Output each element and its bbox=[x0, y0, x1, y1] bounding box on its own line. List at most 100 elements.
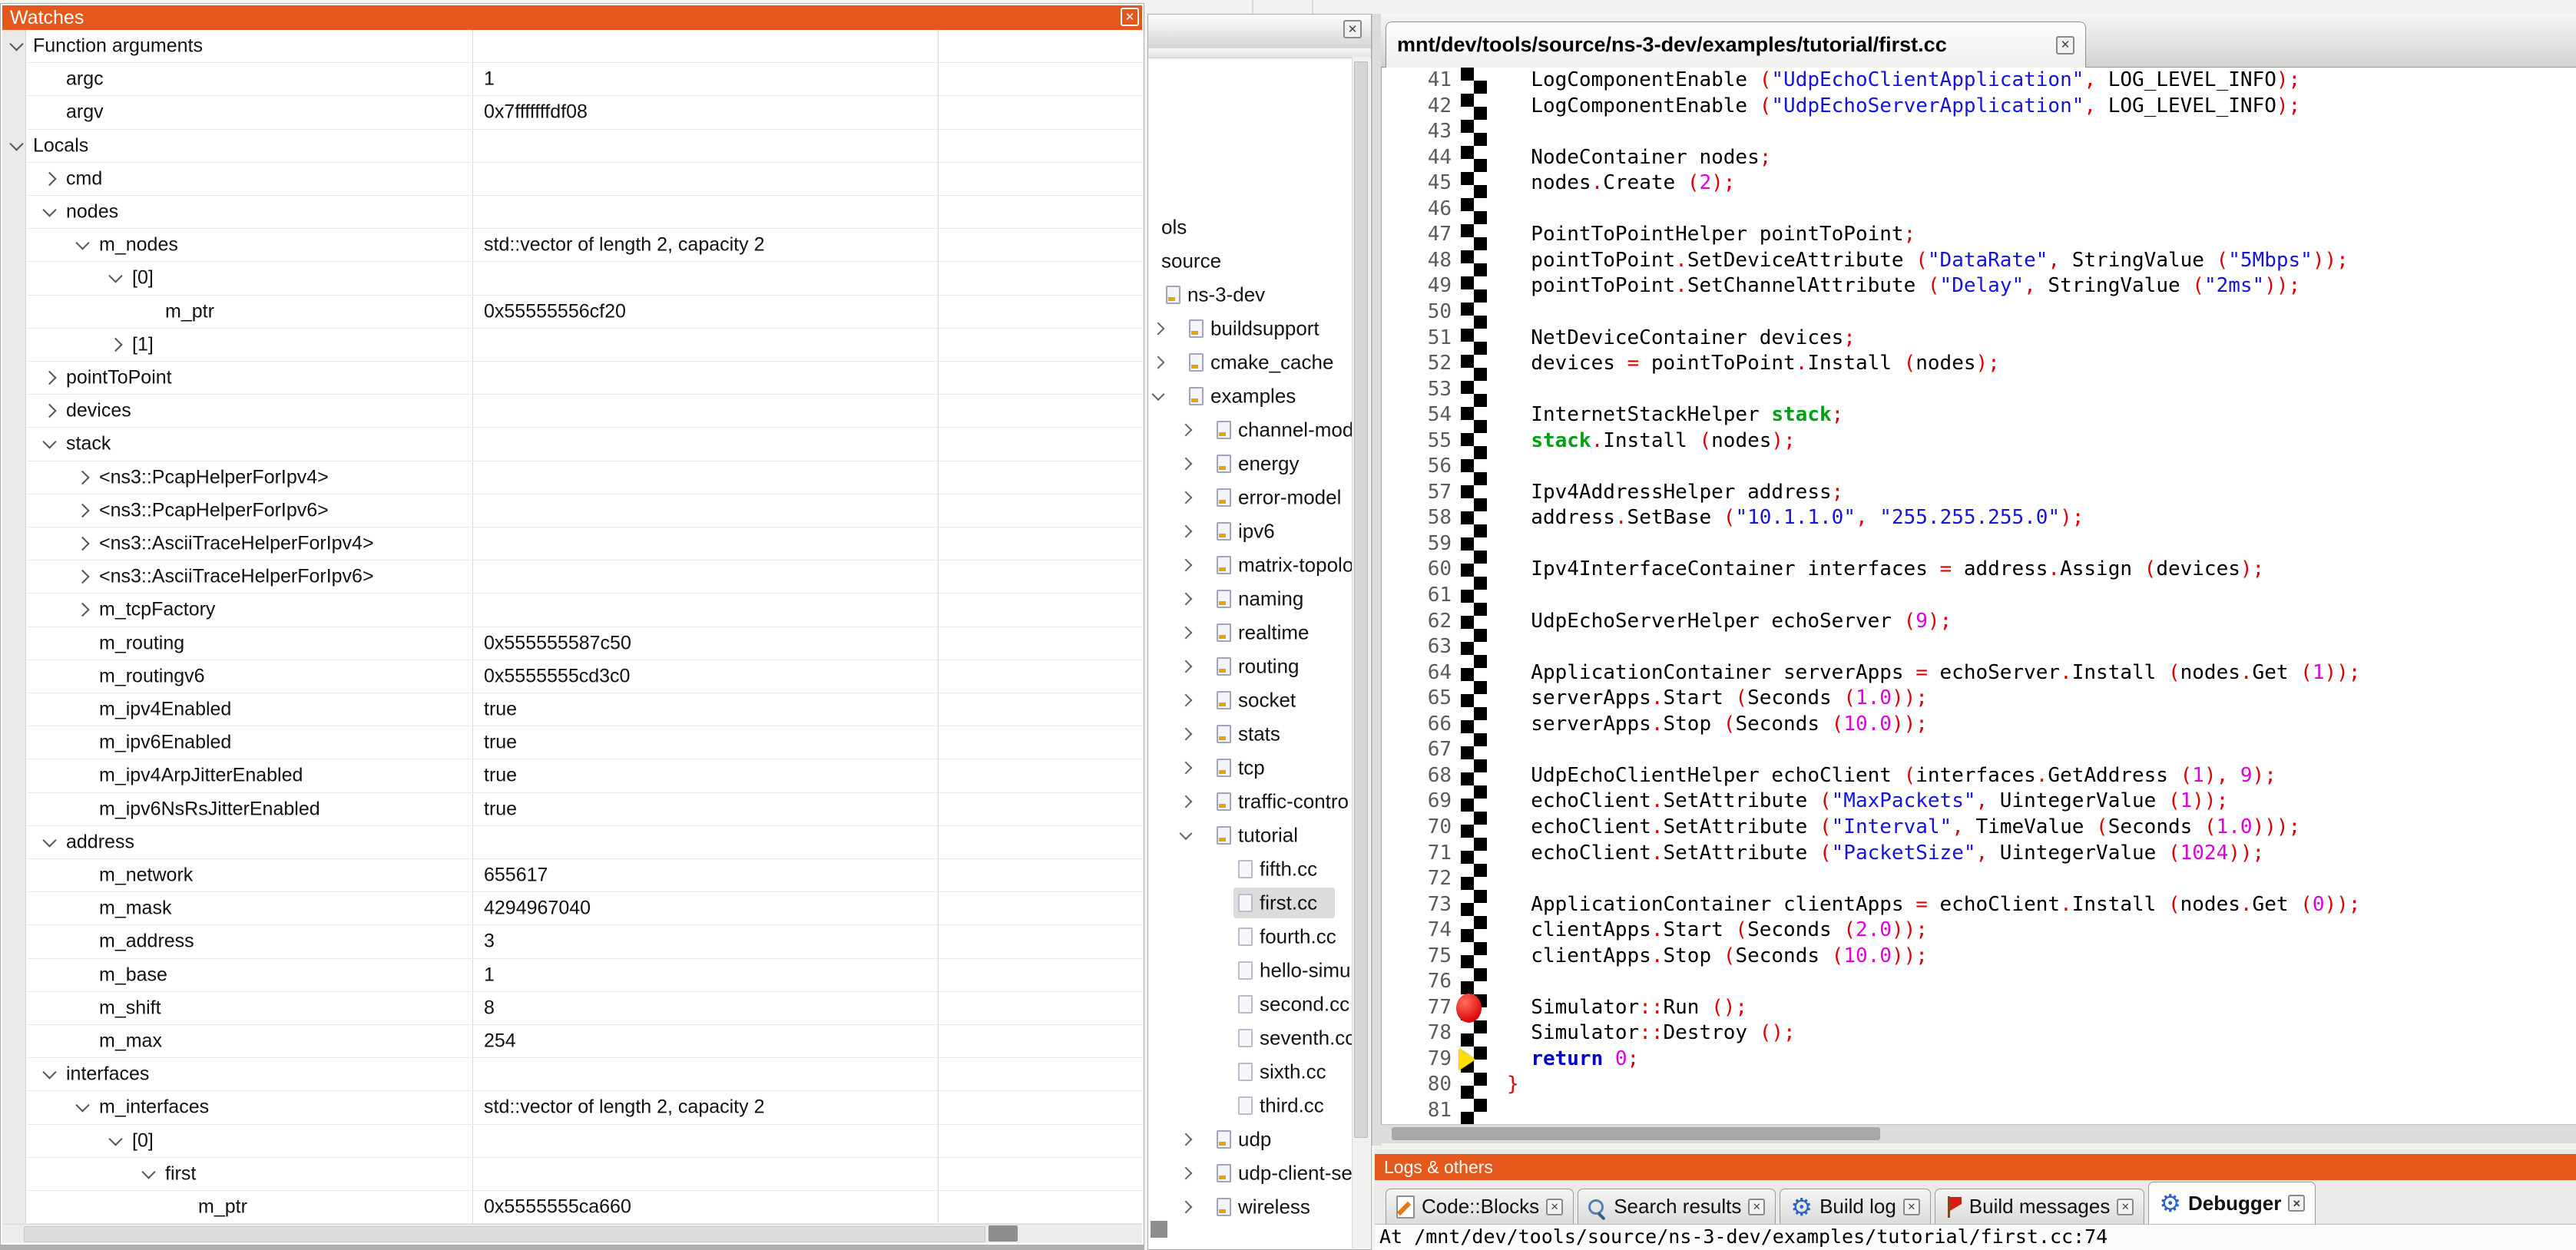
expand-icon[interactable] bbox=[1180, 762, 1193, 775]
close-icon[interactable]: ✕ bbox=[1546, 1199, 1563, 1215]
watch-row-m-ipv4arpjitterenabled[interactable]: m_ipv4ArpJitterEnabledtrue bbox=[28, 759, 1142, 792]
code-line-47[interactable]: PointToPointHelper pointToPoint; bbox=[1507, 222, 1915, 248]
collapse-icon[interactable] bbox=[42, 203, 56, 217]
code-line-45[interactable]: nodes.Create (2); bbox=[1507, 170, 1735, 197]
expand-icon[interactable] bbox=[1180, 458, 1193, 471]
code-line-44[interactable]: NodeContainer nodes; bbox=[1507, 145, 1771, 171]
expand-icon[interactable] bbox=[75, 603, 89, 617]
code-line-77[interactable]: Simulator::Run (); bbox=[1507, 995, 1747, 1021]
expand-icon[interactable] bbox=[75, 570, 89, 584]
collapse-icon[interactable] bbox=[75, 236, 89, 250]
tree-hscroll-thumb[interactable] bbox=[1151, 1221, 1167, 1238]
watch-row-argc[interactable]: argc1 bbox=[28, 63, 1142, 96]
line-number[interactable]: 50 bbox=[1381, 299, 1452, 326]
watch-row--ns3-pcaphelperforipv4-[interactable]: <ns3::PcapHelperForIpv4> bbox=[28, 461, 1142, 494]
code-line-70[interactable]: echoClient.SetAttribute ("Interval", Tim… bbox=[1507, 815, 2300, 841]
line-number[interactable]: 79 bbox=[1381, 1047, 1452, 1073]
watch-row-interfaces[interactable]: interfaces bbox=[28, 1058, 1142, 1091]
code-line-65[interactable]: serverApps.Start (Seconds (1.0)); bbox=[1507, 686, 1928, 712]
line-number[interactable]: 55 bbox=[1381, 428, 1452, 455]
code-line-68[interactable]: UdpEchoClientHelper echoClient (interfac… bbox=[1507, 763, 2276, 789]
watch-row-pointtopoint[interactable]: pointToPoint bbox=[28, 362, 1142, 395]
expand-icon[interactable] bbox=[108, 338, 122, 352]
code-line-42[interactable]: LogComponentEnable ("UdpEchoServerApplic… bbox=[1507, 94, 2300, 120]
code-line-49[interactable]: pointToPoint.SetChannelAttribute ("Delay… bbox=[1507, 273, 2300, 299]
code-line-66[interactable]: serverApps.Stop (Seconds (10.0)); bbox=[1507, 712, 1928, 738]
close-icon[interactable]: ✕ bbox=[1121, 8, 1139, 26]
watch-row-m-routing[interactable]: m_routing0x555555587c50 bbox=[28, 627, 1142, 660]
close-icon[interactable]: ✕ bbox=[2056, 36, 2074, 55]
editor-hscrollbar[interactable] bbox=[1381, 1124, 2576, 1143]
tree-vscrollbar[interactable] bbox=[1352, 57, 1370, 1248]
line-number[interactable]: 74 bbox=[1381, 918, 1452, 944]
line-number[interactable]: 44 bbox=[1381, 145, 1452, 171]
code-line-52[interactable]: devices = pointToPoint.Install (nodes); bbox=[1507, 351, 2000, 377]
expand-icon[interactable] bbox=[1180, 627, 1193, 640]
line-number[interactable]: 72 bbox=[1381, 866, 1452, 892]
line-number[interactable]: 54 bbox=[1381, 402, 1452, 428]
code-line-58[interactable]: address.SetBase ("10.1.1.0", "255.255.25… bbox=[1507, 505, 2084, 531]
code-line-73[interactable]: ApplicationContainer clientApps = echoCl… bbox=[1507, 892, 2360, 918]
collapse-icon[interactable] bbox=[108, 270, 122, 283]
expand-icon[interactable] bbox=[42, 404, 56, 418]
code-line-79[interactable]: return 0; bbox=[1507, 1047, 1639, 1073]
watch-row--1-[interactable]: [1] bbox=[28, 329, 1142, 362]
close-icon[interactable]: ✕ bbox=[2288, 1195, 2305, 1212]
collapse-icon[interactable] bbox=[42, 833, 56, 847]
expand-icon[interactable] bbox=[75, 470, 89, 484]
expand-icon[interactable] bbox=[1180, 728, 1193, 741]
code-line-69[interactable]: echoClient.SetAttribute ("MaxPackets", U… bbox=[1507, 789, 2228, 815]
watch-row-m-base[interactable]: m_base1 bbox=[28, 959, 1142, 992]
watch-row-m-network[interactable]: m_network655617 bbox=[28, 859, 1142, 892]
logs-tab-search-results[interactable]: Search results✕ bbox=[1578, 1189, 1776, 1224]
code-line-54[interactable]: InternetStackHelper stack; bbox=[1507, 402, 1843, 428]
line-number[interactable]: 66 bbox=[1381, 712, 1452, 738]
line-number[interactable]: 77 bbox=[1381, 995, 1452, 1021]
watch-row-address[interactable]: address bbox=[28, 826, 1142, 859]
line-number[interactable]: 78 bbox=[1381, 1020, 1452, 1047]
watch-row-m-routingv6[interactable]: m_routingv60x5555555cd3c0 bbox=[28, 660, 1142, 693]
code-line-74[interactable]: clientApps.Start (Seconds (2.0)); bbox=[1507, 918, 1928, 944]
watch-row-m-ipv6nsrsjitterenabled[interactable]: m_ipv6NsRsJitterEnabledtrue bbox=[28, 793, 1142, 826]
line-number[interactable]: 48 bbox=[1381, 248, 1452, 274]
code-line-75[interactable]: clientApps.Stop (Seconds (10.0)); bbox=[1507, 944, 1928, 970]
line-number[interactable]: 71 bbox=[1381, 841, 1452, 867]
line-number[interactable]: 51 bbox=[1381, 326, 1452, 352]
code-line-57[interactable]: Ipv4AddressHelper address; bbox=[1507, 480, 1843, 506]
expand-icon[interactable] bbox=[1152, 322, 1165, 336]
code-line-55[interactable]: stack.Install (nodes); bbox=[1507, 428, 1796, 455]
expand-icon[interactable] bbox=[42, 371, 56, 385]
scrollbar-thumb[interactable] bbox=[1392, 1127, 1880, 1140]
watch-row-stack[interactable]: stack bbox=[28, 428, 1142, 461]
line-number[interactable]: 75 bbox=[1381, 944, 1452, 970]
line-number[interactable]: 81 bbox=[1381, 1098, 1452, 1124]
watch-row-m-max[interactable]: m_max254 bbox=[28, 1025, 1142, 1058]
close-icon[interactable]: ✕ bbox=[1903, 1199, 1920, 1215]
watch-row--0-[interactable]: [0] bbox=[28, 262, 1142, 295]
watch-row-m-interfaces[interactable]: m_interfacesstd::vector of length 2, cap… bbox=[28, 1091, 1142, 1124]
watch-row-first[interactable]: first bbox=[28, 1158, 1142, 1191]
scrollbar-thumb-dark[interactable] bbox=[988, 1225, 1018, 1242]
line-number[interactable]: 52 bbox=[1381, 351, 1452, 377]
expand-icon[interactable] bbox=[1180, 525, 1193, 538]
tree-panel-header[interactable] bbox=[1148, 15, 1371, 49]
expand-icon[interactable] bbox=[75, 504, 89, 518]
expand-icon[interactable] bbox=[1180, 1167, 1193, 1180]
line-number[interactable]: 60 bbox=[1381, 557, 1452, 583]
expand-icon[interactable] bbox=[1180, 1133, 1193, 1146]
line-number[interactable]: 73 bbox=[1381, 892, 1452, 918]
expand-icon[interactable] bbox=[1180, 660, 1193, 673]
logs-tab-build-messages[interactable]: Build messages✕ bbox=[1935, 1189, 2145, 1224]
code-line-41[interactable]: LogComponentEnable ("UdpEchoClientApplic… bbox=[1507, 68, 2300, 94]
line-number[interactable]: 69 bbox=[1381, 789, 1452, 815]
watch-row--ns3-asciitracehelperforipv6-[interactable]: <ns3::AsciiTraceHelperForIpv6> bbox=[28, 561, 1142, 594]
watch-row--ns3-pcaphelperforipv6-[interactable]: <ns3::PcapHelperForIpv6> bbox=[28, 494, 1142, 527]
expand-icon[interactable] bbox=[1180, 593, 1193, 606]
watch-row-m-nodes[interactable]: m_nodesstd::vector of length 2, capacity… bbox=[28, 229, 1142, 262]
code-line-48[interactable]: pointToPoint.SetDeviceAttribute ("DataRa… bbox=[1507, 248, 2349, 274]
expand-icon[interactable] bbox=[1152, 356, 1165, 369]
code-line-60[interactable]: Ipv4InterfaceContainer interfaces = addr… bbox=[1507, 557, 2264, 583]
watch-row-m-ipv4enabled[interactable]: m_ipv4Enabledtrue bbox=[28, 693, 1142, 726]
logs-titlebar[interactable]: Logs & others bbox=[1375, 1154, 2576, 1180]
collapse-icon[interactable] bbox=[75, 1099, 89, 1113]
